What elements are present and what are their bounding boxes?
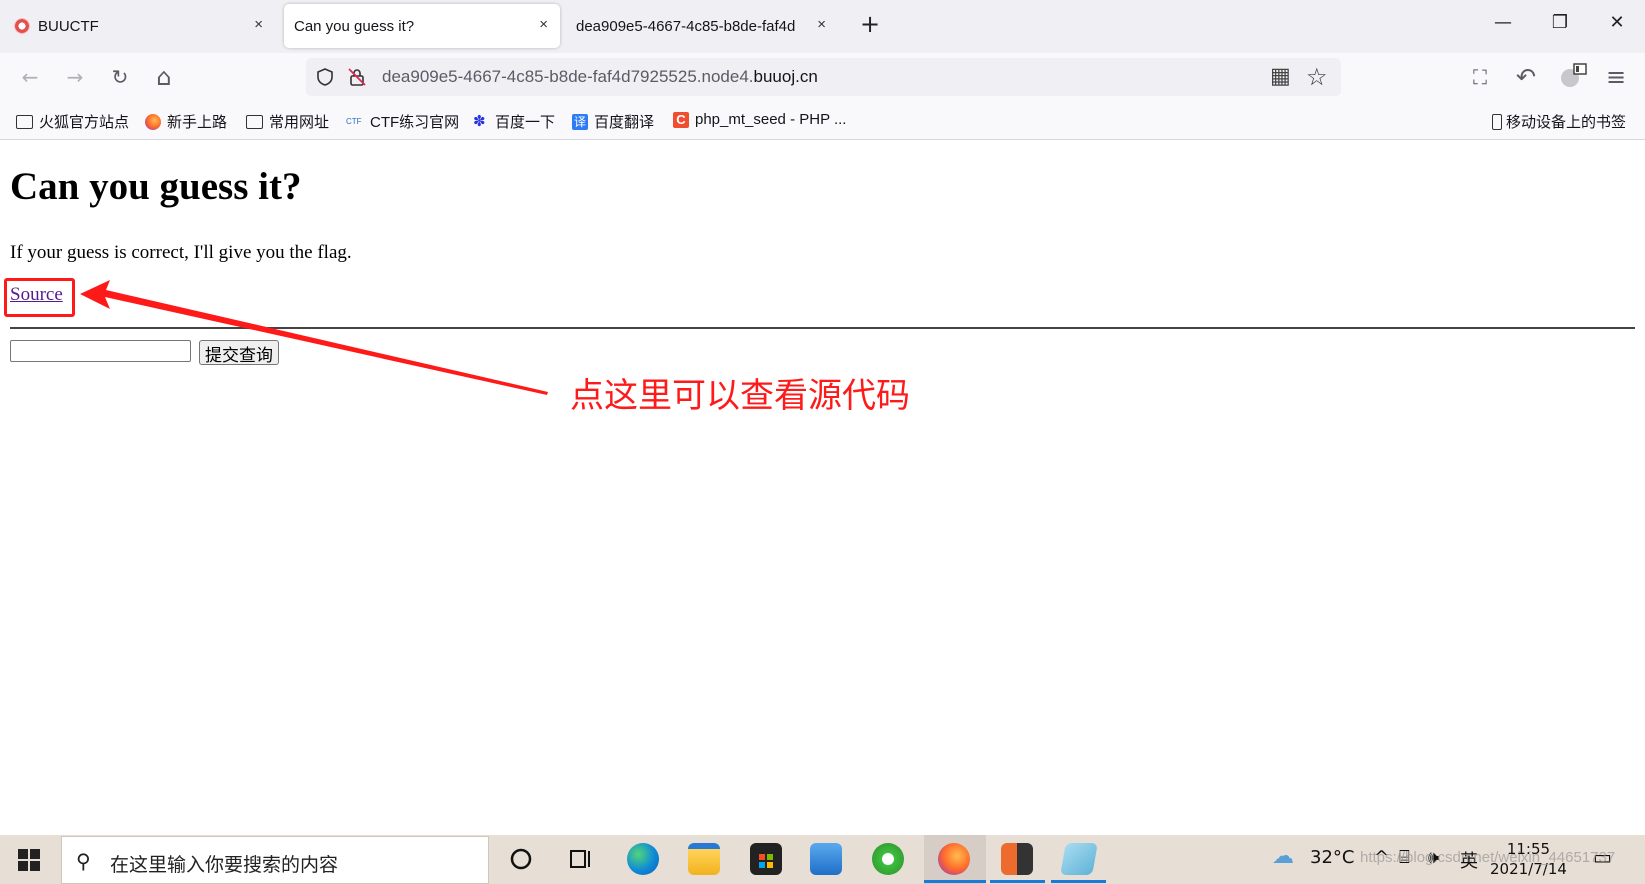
shield-icon[interactable] [315, 67, 335, 87]
home-button[interactable]: ⌂ [150, 63, 178, 91]
back-button[interactable]: ← [16, 63, 44, 91]
task-view-icon[interactable] [565, 843, 597, 875]
cortana-icon[interactable] [505, 843, 537, 875]
browser-green-icon[interactable] [872, 843, 904, 875]
url-bar[interactable]: dea909e5-4667-4c85-b8de-faf4d7925525.nod… [306, 58, 1341, 96]
url-text[interactable]: dea909e5-4667-4c85-b8de-faf4d7925525.nod… [382, 67, 818, 87]
tab-can-you-guess-it[interactable]: Can you guess it? × [284, 4, 560, 48]
running-indicator [990, 880, 1045, 883]
minimize-button[interactable]: — [1483, 12, 1523, 33]
folder-icon [246, 114, 263, 129]
qr-code-icon[interactable]: ▦ [1270, 64, 1291, 89]
baidu-paw-icon: ✽ [473, 112, 486, 130]
bookmark-star-icon[interactable]: ☆ [1306, 63, 1328, 91]
buuctf-favicon-icon [14, 18, 30, 34]
bookmark-item[interactable]: 常用网址 [246, 111, 329, 132]
windows-taskbar: ⚲ 在这里输入你要搜索的内容 ☁ 32°C ^ ⌸ 🕪 英 11:55 2021… [0, 835, 1645, 884]
bookmark-item[interactable]: CTF CTF练习官网 [346, 111, 459, 132]
bookmark-item[interactable]: Cphp_mt_seed - PHP ... [673, 111, 846, 128]
tab-title: Can you guess it? [294, 17, 415, 35]
app-orange-icon[interactable] [1001, 843, 1033, 875]
mobile-bookmarks[interactable]: 移动设备上的书签 [1492, 111, 1626, 132]
page-content: Can you guess it? If your guess is corre… [0, 140, 1645, 835]
tab-title: BUUCTF [38, 17, 99, 35]
reload-button[interactable]: ↻ [106, 63, 134, 91]
bookmark-item[interactable]: 译百度翻译 [572, 111, 654, 132]
new-tab-button[interactable]: + [850, 10, 890, 38]
search-icon: ⚲ [76, 849, 91, 873]
notepad-icon[interactable] [1060, 843, 1098, 875]
tab-title: dea909e5-4667-4c85-b8de-faf4d [576, 17, 796, 35]
active-indicator [924, 880, 986, 883]
screenshot-crop-icon[interactable]: ⛶ [1466, 63, 1494, 91]
firefox-taskbar-icon[interactable] [938, 843, 970, 875]
c-icon: C [673, 111, 689, 128]
restore-button[interactable]: ❐ [1540, 12, 1580, 33]
forward-button[interactable]: → [61, 63, 89, 91]
insecure-lock-icon[interactable] [347, 67, 367, 87]
running-indicator [1051, 880, 1106, 883]
annotation-arrow [80, 280, 548, 395]
bookmark-item[interactable]: 火狐官方站点 [16, 111, 129, 132]
edge-icon[interactable] [627, 843, 659, 875]
taskbar-search-box[interactable]: ⚲ 在这里输入你要搜索的内容 [61, 836, 489, 884]
translate-icon: 译 [572, 113, 588, 130]
undo-icon[interactable]: ↶ [1512, 63, 1540, 91]
mobile-device-icon [1492, 113, 1502, 130]
close-tab-icon[interactable]: × [539, 16, 548, 33]
weather-cloud-icon[interactable]: ☁ [1272, 844, 1294, 869]
weather-temperature[interactable]: 32°C [1310, 847, 1354, 868]
close-tab-icon[interactable]: × [817, 16, 826, 33]
bookmark-item[interactable]: ✽ 百度一下 [473, 111, 555, 132]
tab-dea909e5[interactable]: dea909e5-4667-4c85-b8de-faf4d × [566, 4, 836, 48]
tab-bar: BUUCTF × Can you guess it? × dea909e5-46… [0, 0, 1645, 53]
firefox-icon [145, 113, 161, 130]
mail-icon[interactable] [810, 843, 842, 875]
annotation-text: 点这里可以查看源代码 [570, 376, 910, 416]
ctf-icon: CTF [346, 116, 362, 126]
windows-start-icon[interactable] [18, 849, 40, 871]
close-tab-icon[interactable]: × [254, 16, 263, 33]
app-menu-icon[interactable]: ≡ [1602, 63, 1630, 91]
search-placeholder: 在这里输入你要搜索的内容 [110, 854, 339, 876]
bookmark-item[interactable]: 新手上路 [145, 111, 227, 132]
navigation-toolbar: ← → ↻ ⌂ dea909e5-4667-4c85-b8de-faf4d792… [0, 53, 1645, 101]
file-explorer-icon[interactable] [688, 843, 720, 875]
tab-buuctf[interactable]: BUUCTF × [0, 4, 275, 48]
extension-icon[interactable] [1558, 62, 1588, 90]
microsoft-store-icon[interactable] [750, 843, 782, 875]
close-window-button[interactable]: ✕ [1597, 12, 1637, 33]
watermark-text: https://blog.csdn.net/weixin_44651737 [1360, 849, 1616, 866]
folder-icon [16, 114, 33, 129]
bookmarks-toolbar: 火狐官方站点 新手上路 常用网址 CTF CTF练习官网 ✽ 百度一下 译百度翻译 … [0, 101, 1645, 140]
